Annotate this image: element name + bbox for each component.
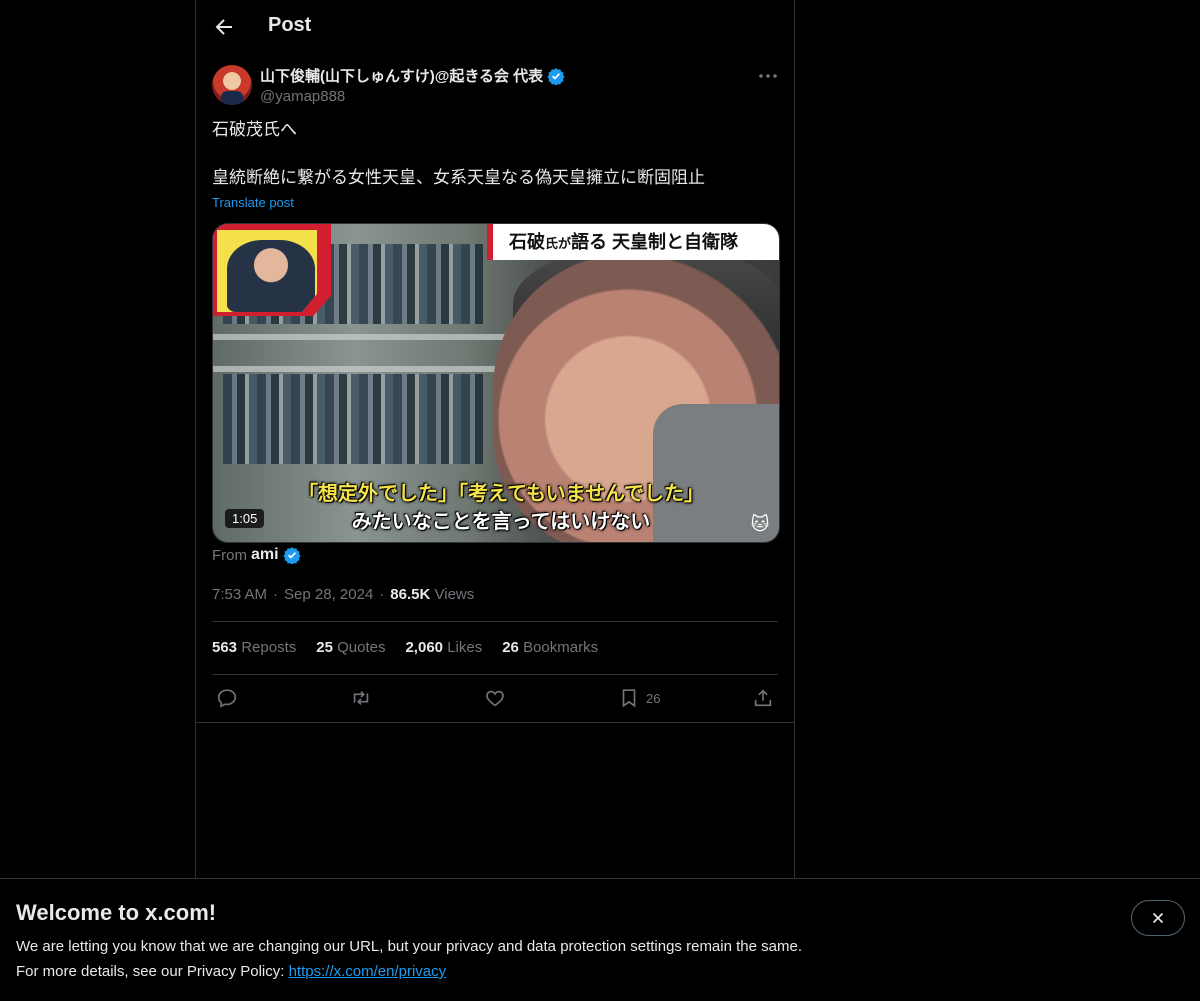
likes-stat[interactable]: 2,060 Likes	[405, 639, 482, 656]
video-inset-person	[227, 240, 315, 312]
separator-dot: ·	[379, 586, 385, 603]
main-column: Post 山下俊輔(山下しゅんすけ)@起きる会 代表 @yamap888 石破茂…	[195, 0, 795, 878]
quotes-stat[interactable]: 25 Quotes	[316, 639, 385, 656]
banner-title: Welcome to x.com!	[16, 900, 217, 925]
banner-privacy-line: For more details, see our Privacy Policy…	[16, 963, 446, 980]
post-time[interactable]: 7:53 AM	[212, 586, 267, 603]
bookmark-icon	[622, 689, 636, 708]
tweet-text-line: 皇統断絶に繋がる女性天皇、女系天皇なる偽天皇擁立に断固阻止	[212, 168, 705, 187]
banner-privacy-prefix: For more details, see our Privacy Policy…	[16, 963, 289, 980]
video-headline-main: 語る 天皇制と自衛隊	[571, 232, 739, 252]
divider	[196, 722, 794, 723]
repost-icon	[353, 690, 369, 706]
reply-button[interactable]	[216, 686, 238, 710]
views-count: 86.5K	[390, 586, 431, 603]
video-player[interactable]: 石破氏が語る 天皇制と自衛隊 「想定外でした」「考えてもいませんでした」 みたい…	[212, 223, 780, 543]
video-headline: 石破氏が語る 天皇制と自衛隊	[487, 224, 779, 260]
verified-badge-icon	[547, 67, 565, 85]
author-display-name-row[interactable]: 山下俊輔(山下しゅんすけ)@起きる会 代表	[260, 65, 565, 86]
share-button[interactable]	[752, 686, 774, 710]
reposts-stat[interactable]: 563 Reposts	[212, 639, 296, 656]
shelf-decor	[213, 366, 513, 372]
views-label: Views	[434, 586, 475, 603]
banner-close-button[interactable]	[1131, 900, 1185, 936]
source-prefix: From	[212, 546, 247, 564]
page-title: Post	[268, 14, 312, 36]
video-caption-line: 「想定外でした」「考えてもいませんでした」	[298, 483, 704, 505]
verified-badge-icon	[283, 547, 301, 564]
author-display-name[interactable]: 山下俊輔(山下しゅんすけ)@起きる会 代表	[260, 65, 543, 86]
privacy-policy-link[interactable]: https://x.com/en/privacy	[289, 963, 447, 980]
bookmarks-count: 26	[502, 639, 519, 656]
more-options-button[interactable]	[756, 64, 780, 88]
top-bar: Post	[196, 0, 794, 54]
video-inset-border	[217, 230, 317, 312]
post-date[interactable]: Sep 28, 2024	[284, 586, 373, 603]
source-name[interactable]: ami	[251, 546, 279, 564]
tweet-text-line: 石破茂氏へ	[212, 120, 297, 139]
author-handle[interactable]: @yamap888	[260, 88, 565, 105]
heart-icon	[486, 690, 504, 707]
bookmark-button[interactable]: 26	[618, 686, 660, 710]
separator-dot: ·	[273, 586, 279, 603]
author-block: 山下俊輔(山下しゅんすけ)@起きる会 代表 @yamap888	[260, 65, 565, 105]
video-caption: 「想定外でした」「考えてもいませんでした」 みたいなことを言ってはいけない	[271, 480, 731, 536]
engagement-stats: 563 Reposts 25 Quotes 2,060 Likes 26 Boo…	[212, 639, 598, 656]
reposts-label: Reposts	[241, 639, 297, 656]
quotes-label: Quotes	[337, 639, 386, 656]
back-button[interactable]	[212, 15, 236, 39]
quotes-count: 25	[316, 639, 333, 656]
video-headline-small: 氏が	[545, 236, 572, 251]
post-meta: 7:53 AM · Sep 28, 2024 · 86.5K Views	[212, 586, 474, 603]
like-button[interactable]	[484, 686, 506, 710]
avatar[interactable]	[212, 65, 252, 105]
channel-logo-icon: 🐱	[750, 514, 770, 534]
tweet-text: 石破茂氏へ 皇統断絶に繋がる女性天皇、女系天皇なる偽天皇擁立に断固阻止	[212, 118, 778, 214]
welcome-banner: Welcome to x.com! We are letting you kno…	[0, 878, 1200, 1001]
arrow-left-icon	[215, 19, 232, 35]
bookmarks-label: Bookmarks	[523, 639, 599, 656]
reposts-count: 563	[212, 639, 238, 656]
divider	[212, 674, 778, 675]
shelf-decor	[213, 334, 513, 340]
bookmark-count: 26	[646, 690, 661, 706]
bookmarks-stat[interactable]: 26 Bookmarks	[502, 639, 598, 656]
video-inset-frame	[213, 224, 331, 316]
video-headline-prefix: 石破	[509, 232, 545, 252]
video-duration-badge: 1:05	[225, 509, 265, 528]
reply-icon	[217, 689, 237, 708]
source-attribution: From ami	[212, 546, 301, 564]
translate-post-link[interactable]: Translate post	[212, 195, 294, 210]
likes-label: Likes	[447, 639, 483, 656]
banner-message: We are letting you know that we are chan…	[16, 938, 802, 955]
video-caption-line: みたいなことを言ってはいけない	[351, 511, 651, 533]
bookshelf-decor	[223, 374, 483, 464]
divider	[212, 621, 778, 622]
share-icon	[754, 689, 772, 707]
repost-button[interactable]	[350, 686, 372, 710]
likes-count: 2,060	[405, 639, 444, 656]
more-horizontal-icon	[759, 74, 777, 78]
action-bar: 26	[212, 686, 778, 712]
close-icon	[1152, 912, 1164, 924]
